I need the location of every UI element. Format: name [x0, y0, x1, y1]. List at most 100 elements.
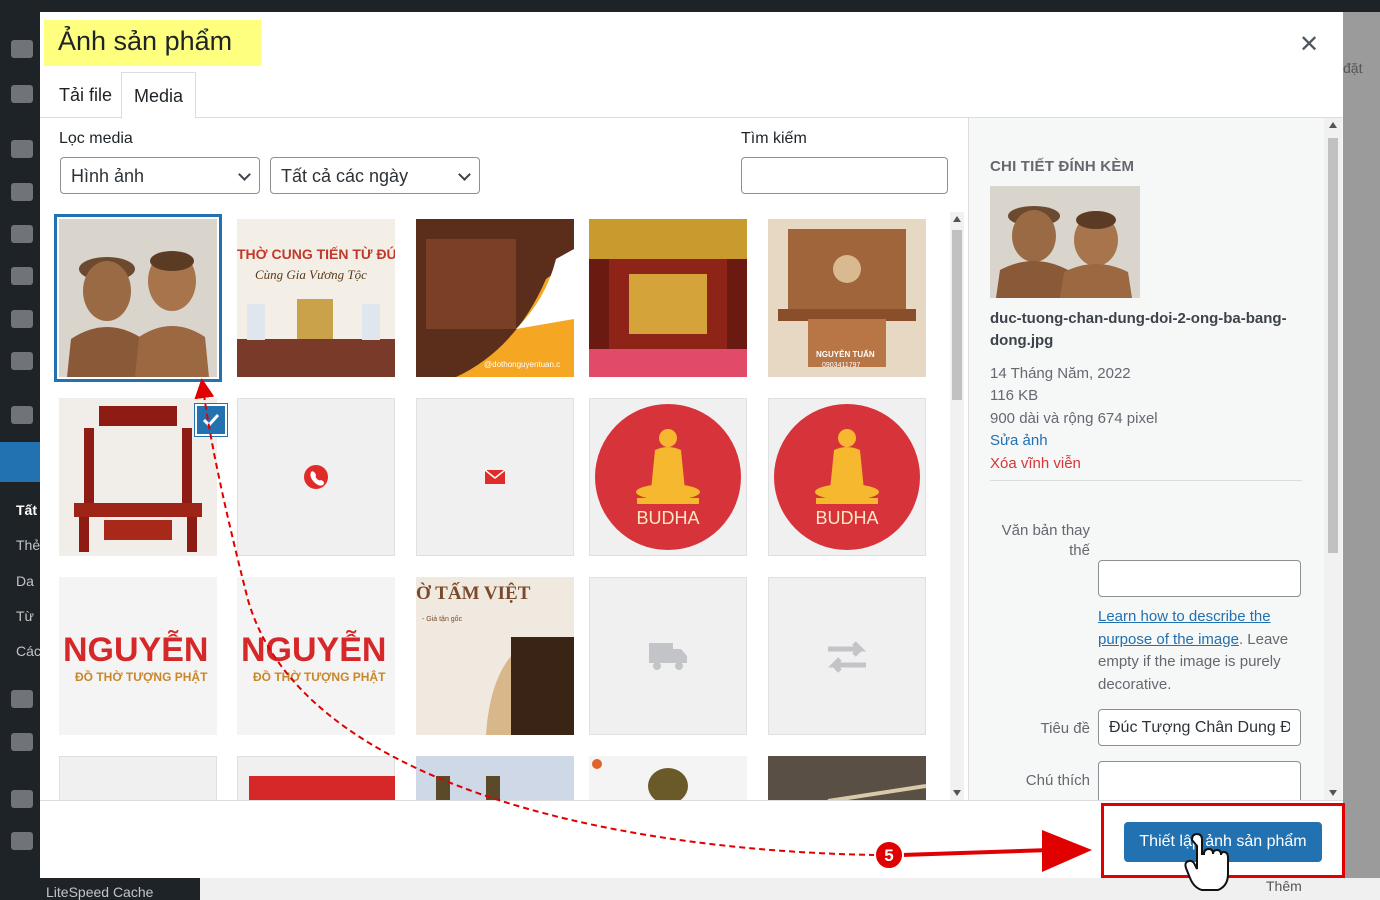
media-item[interactable] [59, 398, 217, 556]
budha-text: BUDHA [636, 508, 699, 528]
details-thumbnail [990, 186, 1140, 298]
media-item[interactable] [416, 756, 574, 800]
nguyen-text: NGUYỄN [241, 631, 386, 669]
admin-top-bar [0, 0, 1380, 12]
scroll-up-icon[interactable] [1329, 122, 1337, 128]
scroll-down-icon[interactable] [1329, 790, 1337, 796]
partial-image [768, 756, 926, 800]
red-altar-table-image [59, 398, 217, 556]
details-scrollbar[interactable] [1324, 118, 1342, 800]
alt-text-label-line2: thế [1069, 542, 1090, 559]
modal-tabs: Tải file Media [40, 72, 1343, 119]
media-item[interactable] [237, 756, 395, 800]
media-item[interactable]: NGUYỄN ĐỒ THỜ TƯỢNG PHẬT [237, 577, 395, 735]
megaphone-icon[interactable] [11, 733, 33, 751]
media-item[interactable]: BUDHA [768, 398, 926, 556]
altar-banner-image: @dothonguyentuan.c [416, 219, 574, 377]
budha-logo: BUDHA [595, 404, 741, 550]
partial-image [249, 776, 395, 800]
highlight-box [1101, 803, 1345, 878]
media-item[interactable]: NGUYỄN TUẤN 0903411797 [768, 219, 926, 377]
media-icon[interactable] [11, 183, 33, 201]
media-item[interactable]: @dothonguyentuan.c [416, 219, 574, 377]
date-filter-select[interactable]: Tất cả các ngày [270, 157, 480, 194]
budha-text: BUDHA [815, 508, 878, 528]
date-filter-value: Tất cả các ngày [281, 166, 409, 186]
media-item[interactable] [589, 577, 747, 735]
altar-text-2: 0903411797 [822, 362, 861, 369]
litespeed-menu[interactable]: LiteSpeed Cache [0, 878, 200, 900]
nguyen-banner: NGUYỄN ĐỒ THỜ TƯỢNG PHẬT [237, 577, 395, 735]
nguyen-text: NGUYỄN [63, 631, 208, 669]
banner-text-1: THỜ CUNG TIẾN TỪ ĐỨC [237, 245, 395, 262]
media-item[interactable] [237, 398, 395, 556]
nguyen-subtext: ĐỒ THỜ TƯỢNG PHẬT [253, 669, 386, 684]
sidebar-sub-categories[interactable]: Da [16, 573, 34, 589]
media-item[interactable] [589, 219, 747, 377]
filter-label: Lọc media [59, 130, 133, 147]
tools-icon[interactable] [11, 832, 33, 850]
scroll-down-icon[interactable] [953, 790, 961, 796]
partial-image [589, 756, 747, 800]
sidebar-sub-tags[interactable]: Thẻ [16, 537, 40, 553]
media-item[interactable] [416, 398, 574, 556]
admin-sidebar: Tất Thẻ Da Từ Các [0, 0, 41, 900]
media-modal: Ảnh sản phẩm ✕ Tải file Media Lọc media … [40, 12, 1343, 878]
sidebar-sub-terms[interactable]: Từ [16, 608, 34, 624]
user-icon[interactable] [11, 790, 33, 808]
budha-logo: BUDHA [774, 404, 920, 550]
add-label: Thêm [1266, 878, 1302, 894]
sidebar-sub-all[interactable]: Tất [16, 502, 37, 518]
tab-upload[interactable]: Tải file [47, 72, 124, 118]
dashboard-icon[interactable] [11, 40, 33, 58]
tab-media[interactable]: Media [121, 72, 197, 119]
title-input[interactable] [1098, 709, 1301, 746]
alt-text-help: Learn how to describe the purpose of the… [1098, 606, 1308, 696]
caption-label: Chú thích [1025, 772, 1090, 789]
red-altar-image [589, 219, 747, 377]
products-menu-active[interactable] [0, 442, 40, 482]
wooden-altar-image: NGUYỄN TUẤN 0903411797 [768, 219, 926, 377]
nguyen-subtext: ĐỒ THỜ TƯỢNG PHẬT [75, 669, 208, 684]
media-item[interactable]: Ờ TẤM VIỆT - Giá tận gốc [416, 577, 574, 735]
scroll-up-icon[interactable] [953, 216, 961, 222]
stats-icon[interactable] [11, 690, 33, 708]
close-icon[interactable]: ✕ [1299, 30, 1319, 59]
swap-icon [827, 641, 867, 673]
phone-icon [304, 465, 328, 489]
alt-text-label: Văn bản thay thế [990, 521, 1090, 561]
type-filter-value: Hình ảnh [71, 166, 145, 186]
admin-right-area: đặt [1343, 12, 1380, 878]
media-item[interactable]: THỜ CUNG TIẾN TỪ ĐỨC Cùng Gia Vương Tộc [237, 219, 395, 377]
media-item[interactable]: BUDHA [589, 398, 747, 556]
mail-icon[interactable] [11, 310, 33, 328]
media-item[interactable] [768, 577, 926, 735]
grid-scroll-thumb[interactable] [952, 230, 962, 400]
banner-image: THỜ CUNG TIẾN TỪ ĐỨC Cùng Gia Vương Tộc [237, 219, 395, 377]
woo-icon[interactable] [11, 406, 33, 424]
edit-image-link[interactable]: Sửa ảnh [990, 432, 1048, 449]
type-filter-select[interactable]: Hình ảnh [60, 157, 260, 194]
table-icon[interactable] [11, 267, 33, 285]
search-input[interactable] [741, 157, 948, 194]
media-item[interactable] [589, 756, 747, 800]
media-item[interactable] [59, 756, 217, 800]
media-item[interactable]: NGUYỄN ĐỒ THỜ TƯỢNG PHẬT [59, 577, 217, 735]
grid-scrollbar[interactable] [950, 212, 964, 800]
delete-permanently-link[interactable]: Xóa vĩnh viễn [990, 455, 1081, 472]
gear-icon[interactable] [11, 85, 33, 103]
selected-check-icon[interactable] [195, 404, 227, 436]
caption-textarea[interactable] [1098, 761, 1301, 800]
alt-text-input[interactable] [1098, 560, 1301, 597]
modal-title: Ảnh sản phẩm [58, 26, 233, 56]
admin-bottom: LiteSpeed Cache Thêm [0, 878, 1380, 900]
media-item[interactable] [59, 219, 217, 377]
pages-icon[interactable] [11, 225, 33, 243]
tam-viet-subtext: - Giá tận gốc [422, 614, 463, 623]
media-item[interactable] [768, 756, 926, 800]
details-scroll-thumb[interactable] [1328, 138, 1338, 553]
chevron-down-icon [238, 168, 251, 181]
pin-icon[interactable] [11, 140, 33, 158]
chart-icon[interactable] [11, 352, 33, 370]
sidebar-sub-attributes[interactable]: Các [16, 643, 41, 659]
